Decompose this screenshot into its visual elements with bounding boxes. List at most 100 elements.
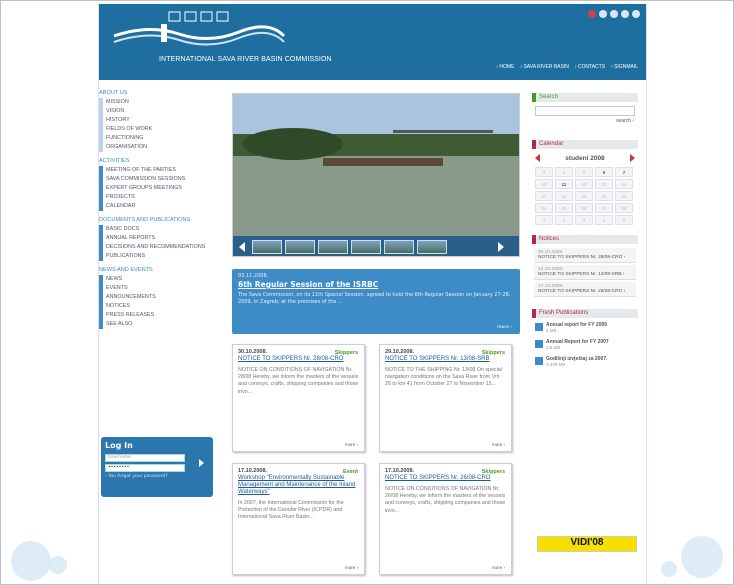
menu-item-sava-commission-sessions[interactable]: SAVA COMMISSION SESSIONS: [103, 175, 219, 184]
menu-item-decisions[interactable]: DECISIONS AND RECOMMENDATIONS: [103, 243, 219, 252]
calendar-day[interactable]: 11: [555, 179, 573, 189]
card-more-link[interactable]: more ›: [345, 442, 358, 447]
language-flag-icon[interactable]: [588, 10, 596, 18]
menu-item-notices[interactable]: NOTICES: [103, 302, 219, 311]
menu-item-announcements[interactable]: ANNOUNCEMENTS: [103, 293, 219, 302]
nav-sava-river-basin[interactable]: › SAVA RIVER BASIN: [520, 64, 568, 70]
notice-title[interactable]: NOTICE TO SKIPPERS Nr. 13/08-SRB ›: [538, 272, 632, 277]
calendar-prev-icon[interactable]: [535, 154, 540, 162]
menu-item-publications[interactable]: PUBLICATIONS: [103, 252, 219, 261]
calendar-day[interactable]: 1: [535, 215, 553, 225]
web-page: INTERNATIONAL SAVA RIVER BASIN COMMISSIO…: [98, 4, 647, 584]
card-more-link[interactable]: more ›: [492, 565, 505, 570]
thumbnail[interactable]: [417, 240, 447, 254]
vidi-banner[interactable]: VIDI'08: [537, 536, 637, 552]
password-field[interactable]: ••••••••: [105, 464, 185, 472]
calendar-day[interactable]: 3: [535, 167, 553, 177]
calendar-day[interactable]: 5: [575, 167, 593, 177]
next-arrow-icon[interactable]: [498, 242, 504, 252]
menu-item-basic-docs[interactable]: BASIC DOCS: [103, 225, 219, 234]
calendar-day[interactable]: 6: [595, 167, 613, 177]
menu-item-expert-groups-meetings[interactable]: EXPERT GROUPS MEETINGS: [103, 184, 219, 193]
isrbc-logo[interactable]: [109, 10, 289, 54]
calendar-day[interactable]: 4: [595, 215, 613, 225]
thumbnail[interactable]: [384, 240, 414, 254]
calendar-day[interactable]: 20: [595, 191, 613, 201]
calendar-day[interactable]: 17: [535, 191, 553, 201]
calendar-day[interactable]: 10: [535, 179, 553, 189]
menu-item-annual-reports[interactable]: ANNUAL REPORTS: [103, 234, 219, 243]
photo-slideshow[interactable]: [232, 93, 520, 257]
menu-item-meeting-of-the-parties[interactable]: MEETING OF THE PARTIES: [103, 166, 219, 175]
calendar-day[interactable]: 3: [575, 215, 593, 225]
username-field[interactable]: Username: [105, 454, 185, 462]
calendar-day[interactable]: 13: [595, 179, 613, 189]
thumbnail[interactable]: [252, 240, 282, 254]
publication-item[interactable]: Annual Report for FY 2007 3.8 MB: [535, 339, 635, 351]
nav-home[interactable]: › HOME: [496, 64, 514, 70]
document-icon: [535, 357, 543, 365]
search-input[interactable]: [535, 106, 635, 116]
calendar-day[interactable]: 28: [615, 203, 633, 213]
activities-menu: MEETING OF THE PARTIES SAVA COMMISSION S…: [99, 166, 219, 211]
featured-title[interactable]: 6th Regular Session of the ISRBC: [238, 280, 514, 289]
sitemap-icon[interactable]: [610, 10, 618, 18]
notices-heading: Notices: [532, 235, 638, 244]
calendar-day[interactable]: 27: [595, 203, 613, 213]
card-title[interactable]: NOTICE TO SKIPPERS Nr. 13/08-SRB: [385, 356, 506, 363]
calendar-day[interactable]: 5: [615, 215, 633, 225]
card-more-link[interactable]: more ›: [345, 565, 358, 570]
menu-item-functioning[interactable]: FUNCTIONING: [103, 134, 219, 143]
print-icon[interactable]: [621, 10, 629, 18]
prev-arrow-icon[interactable]: [239, 242, 245, 252]
featured-news: 03.11.2008. 6th Regular Session of the I…: [232, 269, 520, 334]
calendar-day[interactable]: 19: [575, 191, 593, 201]
menu-item-organisation[interactable]: ORGANISATION: [103, 143, 219, 152]
menu-item-news[interactable]: NEWS: [103, 275, 219, 284]
organisation-name: INTERNATIONAL SAVA RIVER BASIN COMMISSIO…: [159, 56, 332, 63]
featured-more-link[interactable]: more ›: [497, 325, 512, 330]
menu-item-history[interactable]: HISTORY: [103, 116, 219, 125]
calendar-day[interactable]: 12: [575, 179, 593, 189]
login-submit-button[interactable]: [199, 459, 204, 467]
bubble-decoration: [681, 536, 723, 578]
notice-item[interactable]: 17.10.2008. NOTICE TO SKIPPERS Nr. 26/08-…: [534, 282, 636, 297]
thumbnail[interactable]: [285, 240, 315, 254]
calendar-day[interactable]: 25: [555, 203, 573, 213]
card-title[interactable]: NOTICE TO SKIPPERS Nr. 28/08-CRO: [238, 356, 359, 363]
publication-item[interactable]: Annual report for FY 2005 2 MB: [535, 322, 635, 334]
mail-icon[interactable]: [632, 10, 640, 18]
forgot-password-link[interactable]: › You forgot your password?: [105, 474, 209, 479]
notice-item[interactable]: 30.10.2008. NOTICE TO SKIPPERS Nr. 28/08-…: [534, 248, 636, 263]
card-title[interactable]: Workshop "Environmentally Sustainable Ma…: [238, 475, 359, 496]
calendar-day[interactable]: 14: [615, 179, 633, 189]
calendar-day[interactable]: 4: [555, 167, 573, 177]
home-icon[interactable]: [599, 10, 607, 18]
calendar-day[interactable]: 26: [575, 203, 593, 213]
menu-item-calendar[interactable]: CALENDAR: [103, 202, 219, 211]
calendar-day[interactable]: 21: [615, 191, 633, 201]
calendar-day[interactable]: 24: [535, 203, 553, 213]
menu-item-events[interactable]: EVENTS: [103, 284, 219, 293]
calendar-next-icon[interactable]: [629, 154, 635, 162]
publication-item[interactable]: Godišnji izvještaj za 2007. 3.448 MB: [535, 356, 635, 368]
thumbnail[interactable]: [318, 240, 348, 254]
card-title[interactable]: NOTICE TO SKIPPERS Nr. 26/08-CRO: [385, 475, 506, 482]
menu-item-projects[interactable]: PROJECTS: [103, 193, 219, 202]
menu-item-see-also[interactable]: SEE ALSO: [103, 320, 219, 329]
notice-item[interactable]: 24.10.2008. NOTICE TO SKIPPERS Nr. 13/08-…: [534, 265, 636, 280]
calendar-day[interactable]: 18: [555, 191, 573, 201]
notice-title[interactable]: NOTICE TO SKIPPERS Nr. 28/08-CRO ›: [538, 255, 632, 260]
calendar-day[interactable]: 2: [555, 215, 573, 225]
notice-title[interactable]: NOTICE TO SKIPPERS Nr. 26/08-CRO ›: [538, 289, 632, 294]
thumbnail[interactable]: [351, 240, 381, 254]
calendar-day[interactable]: 7: [615, 167, 633, 177]
nav-contacts[interactable]: › CONTACTS: [575, 64, 605, 70]
menu-item-vision[interactable]: VISION: [103, 107, 219, 116]
menu-item-press-releases[interactable]: PRESS RELEASES: [103, 311, 219, 320]
card-more-link[interactable]: more ›: [492, 442, 505, 447]
nav-signmail[interactable]: › SIGNMAIL: [611, 64, 638, 70]
menu-item-mission[interactable]: MISSION: [103, 98, 219, 107]
card-category: Skippers: [334, 350, 358, 356]
menu-item-fields-of-work[interactable]: FIELDS OF WORK: [103, 125, 219, 134]
